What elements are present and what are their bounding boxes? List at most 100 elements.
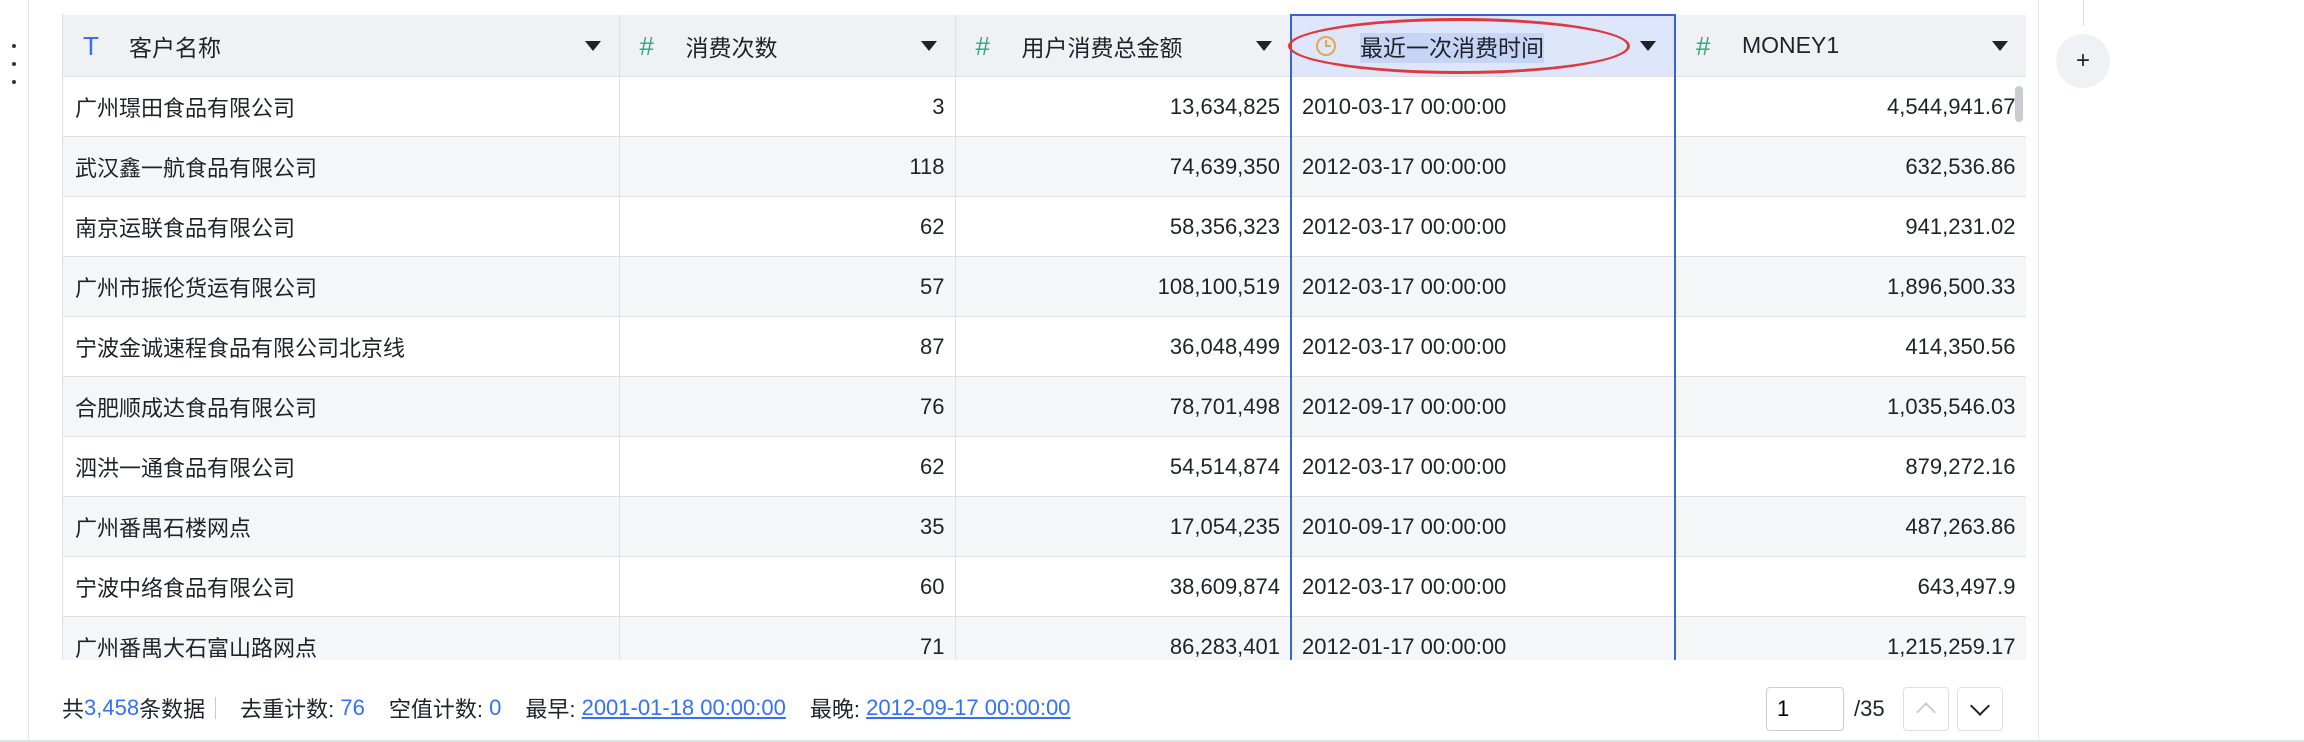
table-cell[interactable]: 58,356,323 [955,196,1292,257]
table-cell[interactable]: 3 [619,76,956,137]
table-cell[interactable]: 57 [619,256,956,317]
table-cell[interactable]: 南京运联食品有限公司 [63,196,620,257]
table-cell[interactable]: 879,272.16 [1675,436,2026,497]
page-number-input[interactable] [1766,687,1844,731]
table-cell[interactable]: 414,350.56 [1675,316,2026,377]
table-cell[interactable]: 71 [619,616,956,660]
caret-down-icon[interactable] [1256,40,1272,51]
table-row[interactable]: 泗洪一通食品有限公司 62 54,514,874 2012-03-17 00:00:0… [63,436,2026,497]
column-label: 最近一次消费时间 [1360,33,1544,63]
table-cell[interactable]: 2012-03-17 00:00:00 [1290,196,1676,257]
text-type-icon: T [83,30,99,61]
table-cell[interactable]: 广州市振伦货运有限公司 [63,256,620,317]
distinct-count-value: 76 [340,695,365,720]
column-header-purchase-count[interactable]: # 消费次数 [619,15,956,77]
table-cell[interactable]: 4,544,941.67 [1675,76,2026,137]
table-cell[interactable]: 2010-03-17 00:00:00 [1290,76,1676,137]
earliest-value-link[interactable]: 2001-01-18 00:00:00 [582,695,786,721]
table-row[interactable]: 南京运联食品有限公司 62 58,356,323 2012-03-17 00:00:0… [63,196,2026,257]
caret-down-icon[interactable] [584,40,601,51]
table-cell[interactable]: 1,896,500.33 [1675,256,2026,317]
table-cell[interactable]: 78,701,498 [955,376,1292,437]
previous-page-button[interactable] [1902,687,1949,731]
table-row[interactable]: 广州番禺大石富山路网点 71 86,283,401 2012-01-17 00:00:… [63,616,2026,660]
latest-value-link[interactable]: 2012-09-17 00:00:00 [866,695,1070,721]
table-cell[interactable]: 86,283,401 [955,616,1292,660]
table-cell[interactable]: 941,231.02 [1675,196,2026,257]
number-type-icon: # [1696,30,1711,61]
table-cell[interactable]: 宁波中络食品有限公司 [63,556,620,617]
earliest-label: 最早: [525,697,576,722]
column-header-total-amount[interactable]: # 用户消费总金额 [955,15,1292,77]
table-cell[interactable]: 60 [619,556,956,617]
table-cell[interactable]: 广州番禺石楼网点 [63,496,620,557]
table-row[interactable]: 合肥顺成达食品有限公司 76 78,701,498 2012-09-17 00:00:… [63,376,2026,437]
table-row[interactable]: 广州璟田食品有限公司 3 13,634,825 2010-03-17 00:00:00… [63,76,2026,137]
caret-down-icon[interactable] [1991,40,2008,51]
table-cell[interactable]: 38,609,874 [955,556,1292,617]
table-cell[interactable]: 35 [619,496,956,557]
table-cell[interactable]: 62 [619,436,956,497]
table-cell[interactable]: 17,054,235 [955,496,1292,557]
table-cell[interactable]: 2012-03-17 00:00:00 [1290,136,1676,197]
chevron-down-icon [1969,696,1990,716]
table-cell[interactable]: 118 [619,136,956,197]
add-button[interactable]: + [2056,34,2110,88]
table-cell[interactable]: 87 [619,316,956,377]
table-cell[interactable]: 2012-01-17 00:00:00 [1290,616,1676,660]
column-header-money1[interactable]: # MONEY1 [1675,15,2026,77]
more-vertical-icon[interactable] [6,44,22,84]
caret-down-icon[interactable] [920,40,937,51]
next-page-button[interactable] [1956,687,2003,731]
table-cell[interactable]: 62 [619,196,956,257]
total-prefix: 共 [62,697,85,722]
table-cell[interactable]: 74,639,350 [955,136,1292,197]
total-count: 3,458 [84,695,140,720]
table-cell[interactable]: 宁波金诚速程食品有限公司北京线 [63,316,620,377]
number-type-icon: # [639,30,654,61]
header-row: T 客户名称 # 消费次数 # 用户消费总金额 最近一次消费时间 # MONEY… [63,14,2026,77]
table-cell[interactable]: 36,048,499 [955,316,1292,377]
null-count-label: 空值计数: [388,697,483,722]
table-cell[interactable]: 2012-03-17 00:00:00 [1290,256,1676,317]
chevron-up-icon [1915,702,1936,722]
left-rail [0,0,29,742]
column-label: 客户名称 [129,34,221,61]
table-body: 广州璟田食品有限公司 3 13,634,825 2010-03-17 00:00:00… [63,76,2026,660]
table-cell[interactable]: 合肥顺成达食品有限公司 [63,376,620,437]
column-header-last-purchase-time[interactable]: 最近一次消费时间 [1288,14,1676,77]
table-cell[interactable]: 2012-03-17 00:00:00 [1290,556,1676,617]
table-cell[interactable]: 武汉鑫一航食品有限公司 [63,136,620,197]
table-cell[interactable]: 643,497.9 [1675,556,2026,617]
page-total: /35 [1854,696,1885,721]
distinct-count-label: 去重计数: [240,697,335,722]
table-row[interactable]: 武汉鑫一航食品有限公司 118 74,639,350 2012-03-17 00:00… [63,136,2026,197]
table-cell[interactable]: 1,215,259.17 [1675,616,2026,660]
table-cell[interactable]: 2012-09-17 00:00:00 [1290,376,1676,437]
data-grid: T 客户名称 # 消费次数 # 用户消费总金额 最近一次消费时间 # MONEY… [62,14,2026,660]
vertical-scrollbar[interactable] [2015,86,2023,122]
column-label: 用户消费总金额 [1021,34,1183,61]
table-cell[interactable]: 广州番禺大石富山路网点 [63,616,620,660]
table-cell[interactable]: 广州璟田食品有限公司 [63,76,620,137]
table-row[interactable]: 宁波中络食品有限公司 60 38,609,874 2012-03-17 00:00:0… [63,556,2026,617]
table-cell[interactable]: 2012-03-17 00:00:00 [1290,436,1676,497]
table-cell[interactable]: 54,514,874 [955,436,1292,497]
table-row[interactable]: 广州市振伦货运有限公司 57 108,100,519 2012-03-17 00:00… [63,256,2026,317]
table-cell[interactable]: 487,263.86 [1675,496,2026,557]
table-cell[interactable]: 2010-09-17 00:00:00 [1290,496,1676,557]
caret-down-icon[interactable] [1640,41,1656,51]
table-cell[interactable]: 13,634,825 [955,76,1292,137]
clock-icon [1316,36,1336,56]
table-cell[interactable]: 108,100,519 [955,256,1292,317]
table-cell[interactable]: 76 [619,376,956,437]
table-row[interactable]: 宁波金诚速程食品有限公司北京线 87 36,048,499 2012-03-17 00… [63,316,2026,377]
table-row[interactable]: 广州番禺石楼网点 35 17,054,235 2010-09-17 00:00:00 4… [63,496,2026,557]
table-cell[interactable]: 泗洪一通食品有限公司 [63,436,620,497]
column-header-customer-name[interactable]: T 客户名称 [63,15,620,77]
table-cell[interactable]: 2012-03-17 00:00:00 [1290,316,1676,377]
table-cell[interactable]: 632,536.86 [1675,136,2026,197]
table-cell[interactable]: 1,035,546.03 [1675,376,2026,437]
divider [2083,0,2084,26]
data-table: T 客户名称 # 消费次数 # 用户消费总金额 最近一次消费时间 # MONEY… [63,14,2026,660]
